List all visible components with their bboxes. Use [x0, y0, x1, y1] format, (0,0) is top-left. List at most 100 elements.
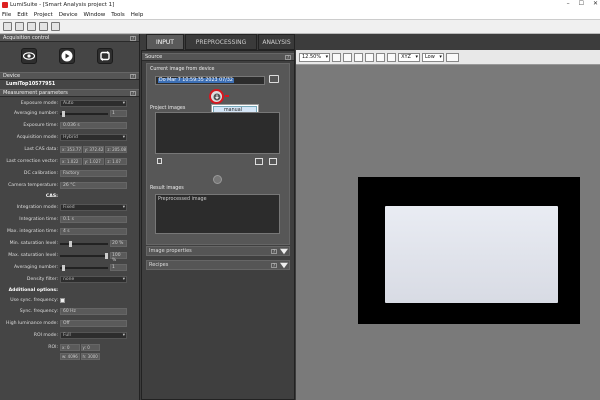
menu-tools[interactable]: Tools: [111, 12, 125, 18]
last-correction-z: z: 1.07: [105, 158, 128, 165]
new-project-icon[interactable]: [3, 22, 12, 31]
color-space-select[interactable]: XYZ: [398, 52, 420, 62]
current-image-field[interactable]: Do Mar 7 10:59:35 2023 07/32: [155, 76, 265, 85]
slider-handle[interactable]: [62, 265, 66, 271]
roi-mode-label: ROI mode:: [33, 333, 58, 338]
menu-project[interactable]: Project: [34, 12, 53, 18]
zoom-area-icon[interactable]: [376, 52, 386, 62]
exposure-time-field[interactable]: 0.036 s: [60, 122, 127, 129]
slider-handle[interactable]: [62, 111, 66, 117]
averaging-label: Averaging number:: [14, 111, 58, 116]
zoom-in-icon[interactable]: [354, 52, 364, 62]
roi-y[interactable]: y: 0: [80, 344, 100, 351]
live-view-button[interactable]: [21, 48, 37, 64]
fit-icon[interactable]: [343, 52, 353, 62]
slider-handle[interactable]: [105, 253, 108, 259]
high-luminance-field[interactable]: Off: [60, 320, 127, 327]
averaging-2-value[interactable]: 1: [110, 264, 127, 271]
pan-icon[interactable]: [332, 52, 342, 62]
process-arrow-icon[interactable]: [213, 175, 222, 184]
save-icon[interactable]: [269, 158, 277, 165]
export-icon[interactable]: [255, 158, 263, 165]
density-filter-row: Density filter: none: [0, 276, 140, 284]
high-luminance-row: High luminance mode: Off: [0, 320, 140, 328]
menu-file[interactable]: File: [2, 12, 11, 18]
acquisition-control-header[interactable]: Acquisition control?: [0, 34, 139, 42]
use-sync-checkbox[interactable]: [60, 298, 65, 303]
color-palette-icon[interactable]: [445, 52, 459, 62]
max-integration-field[interactable]: 4 s: [60, 228, 127, 235]
help-icon[interactable]: ?: [271, 263, 277, 268]
zoom-out-icon[interactable]: [365, 52, 375, 62]
roi-x[interactable]: x: 0: [60, 344, 80, 351]
menu-edit[interactable]: Edit: [17, 12, 28, 18]
additional-options-title: Additional options:: [8, 288, 58, 293]
max-saturation-value[interactable]: 100 %: [110, 252, 127, 263]
help-icon[interactable]: ?: [271, 249, 277, 254]
roi-mode-select[interactable]: Full: [60, 332, 127, 339]
exposure-time-row: Exposure time: 0.036 s: [0, 122, 140, 130]
tab-preprocessing[interactable]: PREPROCESSING: [185, 34, 257, 50]
image-properties-header[interactable]: Image properties?: [146, 246, 290, 256]
result-item[interactable]: Preprocessed image: [158, 197, 277, 202]
project-images-list[interactable]: [155, 112, 280, 154]
max-saturation-slider[interactable]: [60, 253, 108, 259]
menu-device[interactable]: Device: [59, 12, 78, 18]
maximize-icon[interactable]: ☐: [579, 0, 584, 7]
averaging-value[interactable]: 1: [110, 110, 127, 117]
expand-arrow-icon[interactable]: [280, 262, 288, 269]
exposure-time-label: Exposure time:: [23, 123, 58, 128]
use-sync-row: Use sync. frequency:: [0, 297, 140, 305]
single-capture-button[interactable]: [59, 48, 75, 64]
acquisition-mode-select[interactable]: Hybrid: [60, 134, 127, 141]
help-icon[interactable]: ?: [285, 55, 291, 60]
acquisition-mode-row: Acquisition mode: Hybrid: [0, 134, 140, 142]
settings-icon[interactable]: [39, 22, 48, 31]
open-project-icon[interactable]: [15, 22, 24, 31]
device-header[interactable]: Device?: [0, 72, 139, 80]
integration-time-field[interactable]: 0.1 s: [60, 216, 127, 223]
roi-w[interactable]: w: 4096: [60, 353, 80, 360]
min-saturation-value[interactable]: 20 %: [110, 240, 127, 247]
roi-row: ROI: x: 0 y: 0: [0, 344, 140, 352]
exposure-mode-select[interactable]: Auto: [60, 100, 127, 107]
cas-section-title: CAS:: [45, 194, 58, 199]
help-icon[interactable]: ?: [130, 91, 136, 96]
recipes-header[interactable]: Recipes?: [146, 260, 290, 270]
min-saturation-slider[interactable]: [60, 241, 108, 247]
slider-handle[interactable]: [69, 241, 72, 247]
menu-help[interactable]: Help: [131, 12, 144, 18]
result-images-list[interactable]: Preprocessed image: [155, 194, 280, 234]
zoom-select[interactable]: 12.50%: [299, 52, 331, 62]
sync-frequency-field[interactable]: 60 Hz: [60, 308, 127, 315]
last-cas-y: y: 372.42: [82, 146, 105, 153]
help-icon[interactable]: ?: [130, 74, 136, 79]
close-icon[interactable]: ✕: [593, 0, 598, 7]
source-header[interactable]: Source?: [142, 53, 294, 61]
density-filter-select[interactable]: none: [60, 276, 127, 283]
roi-h[interactable]: h: 3000: [80, 353, 100, 360]
quality-select[interactable]: Low: [421, 52, 444, 62]
camera-temperature-field: 26 °C: [60, 182, 127, 189]
tab-analysis[interactable]: ANALYSIS: [258, 34, 295, 50]
averaging-2-slider[interactable]: [60, 265, 108, 271]
import-image-button[interactable]: [209, 89, 224, 104]
minimize-icon[interactable]: –: [567, 0, 570, 7]
menu-window[interactable]: Window: [84, 12, 106, 18]
dc-calibration-label: DC calibration:: [23, 171, 58, 176]
help-icon[interactable]: ?: [130, 36, 136, 41]
continuous-capture-button[interactable]: [97, 48, 113, 64]
monitor-icon[interactable]: [269, 75, 279, 83]
min-saturation-row: Min. saturation level: 20 %: [0, 240, 140, 248]
refresh-icon[interactable]: [387, 52, 397, 62]
search-icon[interactable]: [51, 22, 60, 31]
input-panel: Source? Current image from device Do Mar…: [141, 50, 295, 400]
integration-mode-select[interactable]: Fixed: [60, 204, 127, 211]
delete-icon[interactable]: [157, 158, 162, 164]
measurement-parameters-header[interactable]: Measurement parameters?: [0, 89, 139, 97]
high-luminance-label: High luminance mode:: [6, 321, 58, 326]
tab-input[interactable]: INPUT: [146, 34, 184, 50]
averaging-slider[interactable]: [60, 111, 108, 117]
save-project-icon[interactable]: [27, 22, 36, 31]
expand-arrow-icon[interactable]: [280, 248, 288, 255]
